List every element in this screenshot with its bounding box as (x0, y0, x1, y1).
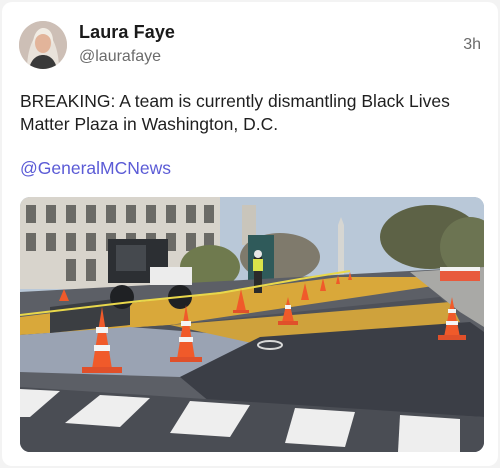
media-image[interactable] (20, 197, 484, 452)
avatar[interactable] (19, 21, 67, 69)
author-name[interactable]: Laura Faye (79, 22, 175, 43)
timestamp[interactable]: 3h (463, 36, 481, 54)
avatar-image (19, 21, 67, 69)
author-handle[interactable]: @laurafaye (79, 48, 161, 66)
tweet-card[interactable]: Laura Faye @laurafaye 3h BREAKING: A tea… (2, 2, 498, 466)
tweet-text: BREAKING: A team is currently dismantlin… (20, 91, 450, 134)
street-scene-image (20, 197, 484, 452)
mention-link[interactable]: @GeneralMCNews (20, 158, 171, 179)
